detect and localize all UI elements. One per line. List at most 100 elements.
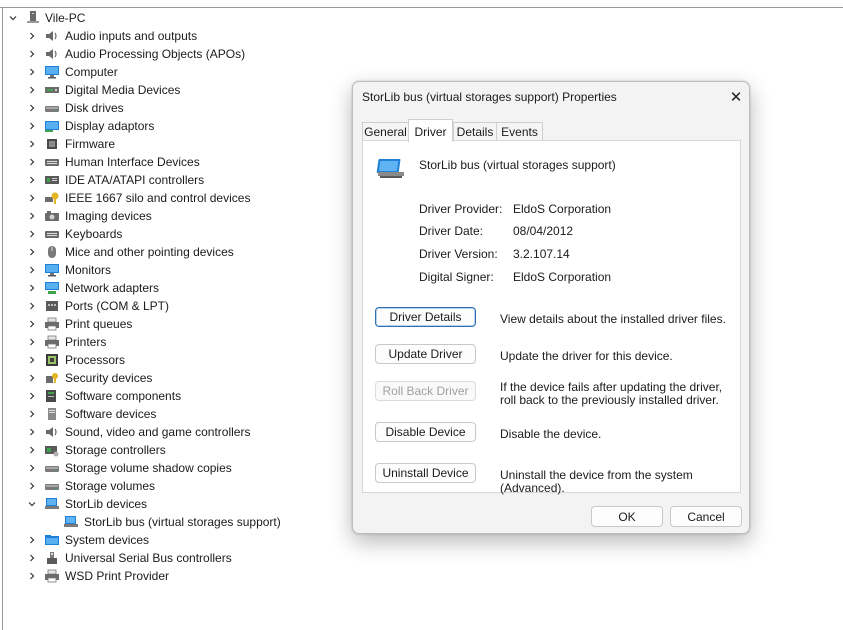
tab-driver[interactable]: Driver xyxy=(408,119,453,142)
chevron-right-icon[interactable] xyxy=(27,445,37,455)
storlib-icon xyxy=(63,515,79,529)
tree-item-label: WSD Print Provider xyxy=(65,569,170,583)
driver-provider-value: EldoS Corporation xyxy=(513,202,612,216)
driver-date-value: 08/04/2012 xyxy=(513,224,574,238)
storlib-device-icon xyxy=(376,156,408,180)
uninstall-device-button[interactable]: Uninstall Device xyxy=(375,463,476,483)
tab-events[interactable]: Events xyxy=(496,122,543,141)
tree-item-label: Security devices xyxy=(65,371,153,385)
chevron-right-icon[interactable] xyxy=(27,31,37,41)
tab-general[interactable]: General xyxy=(362,122,409,141)
tree-item-label: Print queues xyxy=(65,317,133,331)
tree-item-label: Audio Processing Objects (APOs) xyxy=(65,47,246,61)
chevron-right-icon[interactable] xyxy=(27,265,37,275)
ok-button[interactable]: OK xyxy=(591,506,663,527)
chevron-right-icon[interactable] xyxy=(27,391,37,401)
storage-controller-icon xyxy=(44,443,60,457)
chevron-right-icon[interactable] xyxy=(27,67,37,77)
tree-item-label: Firmware xyxy=(65,137,115,151)
chevron-right-icon[interactable] xyxy=(27,571,37,581)
disk-drive-icon xyxy=(44,461,60,475)
chevron-down-icon[interactable] xyxy=(27,499,37,509)
digital-signer-label: Digital Signer: xyxy=(419,270,494,284)
tree-item-label: Display adaptors xyxy=(65,119,155,133)
security-key-icon xyxy=(44,371,60,385)
tree-item-label: Digital Media Devices xyxy=(65,83,181,97)
computer-icon xyxy=(25,11,41,25)
printer-icon xyxy=(44,569,60,583)
chevron-right-icon[interactable] xyxy=(27,103,37,113)
chevron-right-icon[interactable] xyxy=(27,553,37,563)
driver-tab-panel: StorLib bus (virtual storages support) D… xyxy=(362,140,741,495)
chevron-down-icon[interactable] xyxy=(8,13,18,23)
ide-controller-icon xyxy=(44,173,60,187)
processor-icon xyxy=(44,353,60,367)
tree-item-label: Sound, video and game controllers xyxy=(65,425,251,439)
chevron-right-icon[interactable] xyxy=(27,535,37,545)
roll-back-driver-button[interactable]: Roll Back Driver xyxy=(375,381,476,401)
software-device-icon xyxy=(44,407,60,421)
close-button[interactable]: ✕ xyxy=(727,88,745,106)
chevron-right-icon[interactable] xyxy=(27,211,37,221)
display-adapter-icon xyxy=(44,119,60,133)
tree-item-label: StorLib bus (virtual storages support) xyxy=(84,515,281,529)
camera-icon xyxy=(44,209,60,223)
tree-item-label: Universal Serial Bus controllers xyxy=(65,551,232,565)
chevron-right-icon[interactable] xyxy=(27,409,37,419)
chevron-right-icon[interactable] xyxy=(27,283,37,293)
chevron-right-icon[interactable] xyxy=(27,373,37,383)
tree-item-label: Human Interface Devices xyxy=(65,155,200,169)
update-driver-desc: Update the driver for this device. xyxy=(500,349,673,363)
chevron-right-icon[interactable] xyxy=(27,121,37,131)
tree-item-label: Printers xyxy=(65,335,107,349)
disk-drive-icon xyxy=(44,101,60,115)
printer-icon xyxy=(44,335,60,349)
folder-icon xyxy=(44,533,60,547)
roll-back-driver-desc: If the device fails after updating the d… xyxy=(500,380,723,407)
chevron-right-icon[interactable] xyxy=(27,481,37,491)
tree-item-label: Ports (COM & LPT) xyxy=(65,299,170,313)
chevron-right-icon[interactable] xyxy=(27,337,37,347)
media-device-icon xyxy=(44,83,60,97)
tab-details[interactable]: Details xyxy=(453,122,497,141)
speaker-icon xyxy=(44,425,60,439)
tree-item-label: Processors xyxy=(65,353,126,367)
driver-provider-label: Driver Provider: xyxy=(419,202,503,216)
dialog-title: StorLib bus (virtual storages support) P… xyxy=(362,90,617,104)
disk-drive-icon xyxy=(44,479,60,493)
update-driver-button[interactable]: Update Driver xyxy=(375,344,476,364)
chevron-right-icon[interactable] xyxy=(27,355,37,365)
tree-item-label: Mice and other pointing devices xyxy=(65,245,234,259)
tree-item-label: Storage volume shadow copies xyxy=(65,461,232,475)
chevron-right-icon[interactable] xyxy=(27,427,37,437)
chevron-right-icon[interactable] xyxy=(27,463,37,473)
device-name: StorLib bus (virtual storages support) xyxy=(419,158,616,172)
chevron-right-icon[interactable] xyxy=(27,139,37,149)
cancel-button[interactable]: Cancel xyxy=(670,506,742,527)
monitor-icon xyxy=(44,263,60,277)
tree-root-label: Vile-PC xyxy=(45,11,86,25)
driver-details-button[interactable]: Driver Details xyxy=(375,307,476,327)
tree-item-label: Monitors xyxy=(65,263,112,277)
chevron-right-icon[interactable] xyxy=(27,49,37,59)
chevron-right-icon[interactable] xyxy=(27,247,37,257)
network-icon xyxy=(44,281,60,295)
chevron-right-icon[interactable] xyxy=(27,301,37,311)
storlib-icon xyxy=(44,497,60,511)
chevron-right-icon[interactable] xyxy=(27,319,37,329)
chevron-right-icon[interactable] xyxy=(27,193,37,203)
chevron-right-icon[interactable] xyxy=(27,157,37,167)
tree-item-label: Software devices xyxy=(65,407,157,421)
keyboard-icon xyxy=(44,155,60,169)
tree-item-label: Storage controllers xyxy=(65,443,166,457)
chevron-right-icon[interactable] xyxy=(27,175,37,185)
chevron-right-icon[interactable] xyxy=(27,85,37,95)
key-icon xyxy=(44,191,60,205)
port-icon xyxy=(44,299,60,313)
speaker-icon xyxy=(44,47,60,61)
disable-device-button[interactable]: Disable Device xyxy=(375,422,476,442)
driver-details-desc: View details about the installed driver … xyxy=(500,312,726,326)
usb-icon xyxy=(44,551,60,565)
driver-date-label: Driver Date: xyxy=(419,224,484,238)
chevron-right-icon[interactable] xyxy=(27,229,37,239)
